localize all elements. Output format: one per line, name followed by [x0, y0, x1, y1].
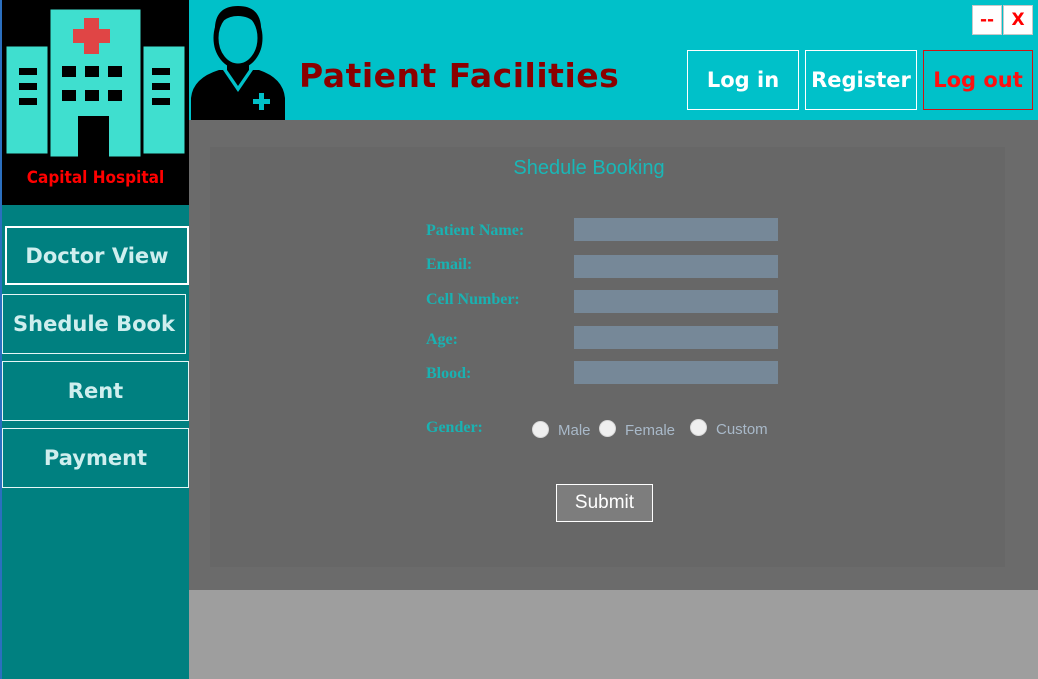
page-title: Patient Facilities — [299, 56, 620, 95]
gender-male-label: Male — [558, 422, 591, 439]
email-input[interactable] — [574, 255, 778, 278]
hospital-building-icon — [2, 0, 189, 165]
logout-button[interactable]: Log out — [923, 50, 1033, 110]
doctor-avatar-icon — [191, 6, 285, 120]
cell-number-input[interactable] — [574, 290, 778, 313]
cell-number-label: Cell Number: — [426, 291, 520, 308]
blood-input[interactable] — [574, 361, 778, 384]
email-label: Email: — [426, 256, 473, 273]
submit-button[interactable]: Submit — [556, 484, 653, 522]
gender-female-radio[interactable] — [599, 420, 616, 437]
form-title: Shedule Booking — [513, 157, 665, 179]
main-content: Shedule Booking Patient Name: Email: Cel… — [189, 120, 1038, 590]
register-button[interactable]: Register — [805, 50, 917, 110]
blood-label: Blood: — [426, 365, 472, 382]
hospital-name: Capital Hospital — [26, 168, 165, 188]
age-input[interactable] — [574, 326, 778, 349]
sidebar-item-payment[interactable]: Payment — [2, 428, 189, 488]
login-button[interactable]: Log in — [687, 50, 799, 110]
patient-name-input[interactable] — [574, 218, 778, 241]
patient-name-label: Patient Name: — [426, 222, 525, 239]
gender-label: Gender: — [426, 419, 483, 436]
gender-custom-label: Custom — [716, 421, 768, 438]
minimize-button[interactable]: -- — [972, 5, 1002, 35]
gender-custom-radio[interactable] — [690, 419, 707, 436]
sidebar-item-doctor-view[interactable]: Doctor View — [5, 226, 189, 285]
gender-male-radio[interactable] — [532, 421, 549, 438]
close-button[interactable]: X — [1003, 5, 1033, 35]
header: Patient Facilities Log in Register Log o… — [189, 0, 1038, 120]
age-label: Age: — [426, 331, 458, 348]
gender-female-label: Female — [625, 422, 676, 439]
booking-form: Shedule Booking Patient Name: Email: Cel… — [210, 147, 1005, 567]
sidebar: Capital Hospital Doctor View Shedule Boo… — [2, 0, 189, 679]
sidebar-item-rent[interactable]: Rent — [2, 361, 189, 421]
sidebar-item-schedule-book[interactable]: Shedule Book — [2, 294, 186, 354]
hospital-logo: Capital Hospital — [2, 0, 189, 205]
